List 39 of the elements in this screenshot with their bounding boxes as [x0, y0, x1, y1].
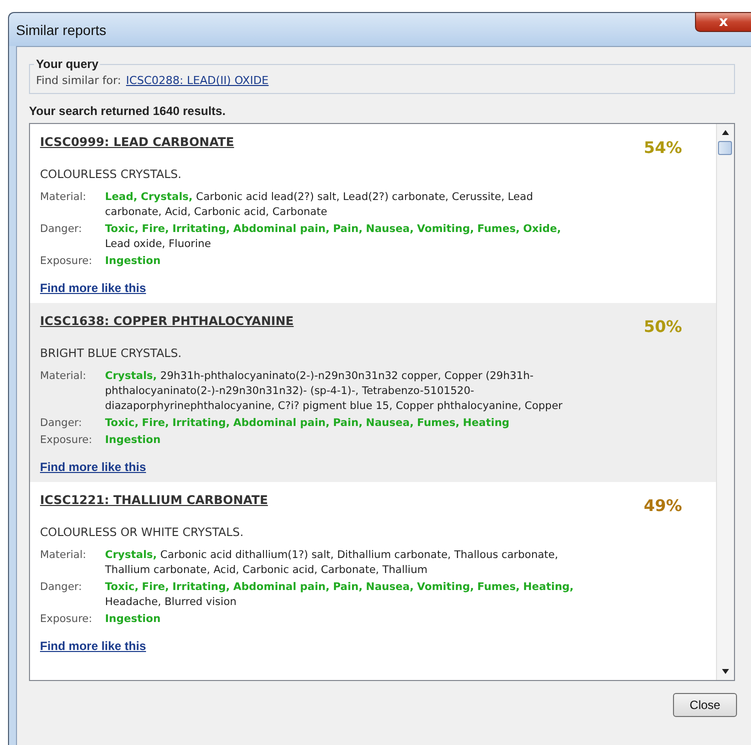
field-value: Ingestion	[105, 433, 162, 448]
query-label: Find similar for:	[36, 74, 122, 87]
field-label: Exposure:	[40, 612, 94, 627]
field-value: Toxic, Fire, Irritating, Abdominal pain, Pain, Nausea, Vomiting, Fumes, Heating, Headache, Blurred vision	[105, 580, 575, 610]
find-more-link[interactable]: Find more like this	[40, 460, 146, 474]
field-label: Material:	[40, 190, 88, 205]
field-label: Danger:	[40, 222, 83, 237]
window-title: Similar reports	[16, 22, 106, 38]
field-value: Ingestion	[105, 612, 162, 627]
query-legend: Your query	[34, 57, 100, 71]
field-value: Crystals, 29h31h-phthalocyaninato(2-)-n29n30n31n32 copper, Copper (29h31h-phthalocyaninato(2-)-n29n30n31n32)- (sp-4-1)-, Tetrabenzo-5101520-diazaporphyrinephthalocyanine, C?i? pigment blue 15, Copper phthalocyanine, Copper	[105, 369, 564, 414]
field-label: Exposure:	[40, 254, 94, 269]
field-label: Danger:	[40, 580, 83, 595]
field-value: Crystals, Carbonic acid dithallium(1?) salt, Dithallium carbonate, Thallous carbonate, Thallium carbonate, Acid, Carbonic acid, Carbonate, Thallium	[105, 548, 560, 578]
field-value: Lead, Crystals, Carbonic acid lead(2?) salt, Lead(2?) carbonate, Cerussite, Lead carbonate, Acid, Carbonic acid, Carbonate	[105, 190, 534, 220]
field-label: Material:	[40, 548, 88, 563]
close-button[interactable]: x	[695, 12, 751, 32]
result-title-link[interactable]: ICSC0999: LEAD CARBONATE	[40, 135, 234, 149]
scrollbar[interactable]	[716, 124, 734, 680]
field-value: Ingestion	[105, 254, 162, 269]
result-description: COLOURLESS OR WHITE CRYSTALS.	[40, 525, 244, 539]
result-description: BRIGHT BLUE CRYSTALS.	[40, 346, 183, 360]
field-label: Exposure:	[40, 433, 94, 448]
close-button[interactable]: Close	[673, 693, 737, 717]
similarity-score: 50%	[644, 317, 682, 336]
similarity-score: 49%	[644, 496, 682, 515]
find-more-link[interactable]: Find more like this	[40, 281, 146, 295]
result-description: COLOURLESS CRYSTALS.	[40, 167, 182, 181]
field-value: Toxic, Fire, Irritating, Abdominal pain, Pain, Nausea, Vomiting, Fumes, Oxide, Lead oxide, Fluorine	[105, 222, 562, 252]
query-link[interactable]: ICSC0288: LEAD(II) OXIDE	[126, 74, 269, 87]
find-more-link[interactable]: Find more like this	[40, 639, 146, 653]
field-label: Danger:	[40, 416, 83, 431]
scroll-thumb[interactable]	[718, 141, 732, 155]
field-label: Material:	[40, 369, 88, 384]
similarity-score: 54%	[644, 138, 682, 157]
results-summary: Your search returned 1640 results.	[29, 104, 227, 118]
result-title-link[interactable]: ICSC1638: COPPER PHTHALOCYANINE	[40, 314, 294, 328]
result-title-link[interactable]: ICSC1221: THALLIUM CARBONATE	[40, 493, 268, 507]
field-value: Toxic, Fire, Irritating, Abdominal pain, Pain, Nausea, Fumes, Heating	[105, 416, 510, 431]
